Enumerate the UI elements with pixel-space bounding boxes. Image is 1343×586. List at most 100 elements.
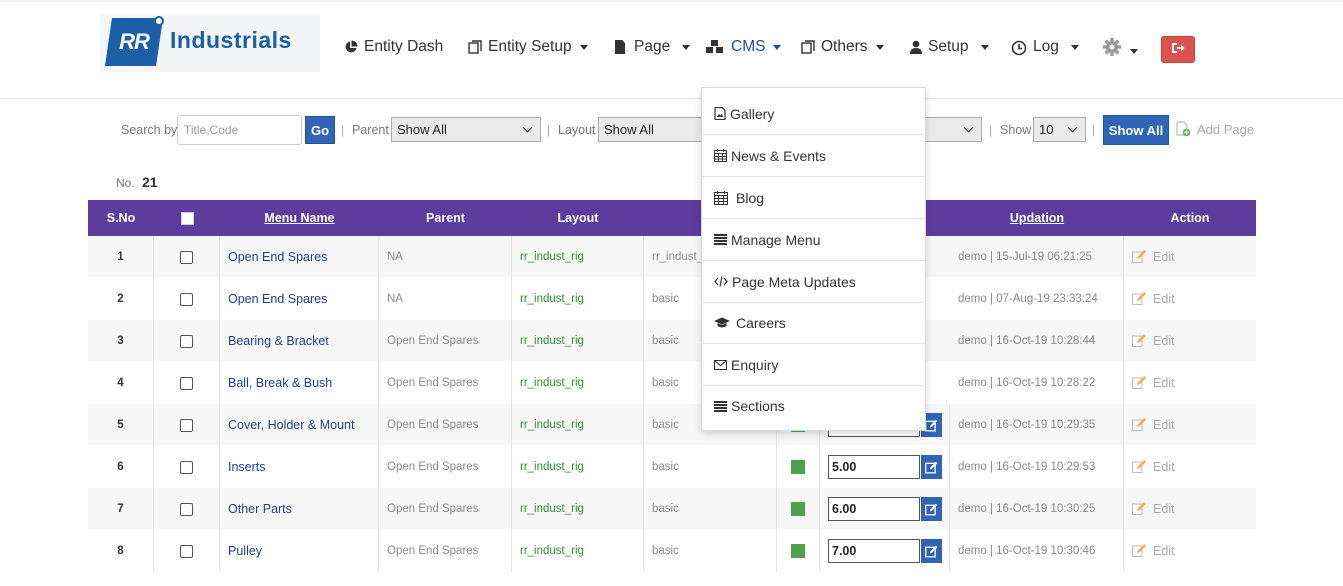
user-icon [910, 40, 922, 54]
row-layout: rr_indust_rig [512, 236, 644, 278]
row-edit-label: Edit [1153, 292, 1175, 306]
nav-log[interactable]: Log [1011, 36, 1079, 58]
nav-entity-dash[interactable]: Entity Dash [344, 36, 443, 58]
row-edit-button[interactable]: Edit [1124, 488, 1256, 530]
row-edit-button[interactable]: Edit [1124, 362, 1256, 404]
row-checkbox[interactable] [180, 418, 193, 432]
envelope-icon [714, 359, 727, 370]
cms-menu-careers-label: Careers [736, 314, 786, 331]
header-layout: Layout [557, 211, 599, 225]
row-menu-name[interactable]: Open End Spares [220, 236, 379, 278]
row-menu-name[interactable]: Bearing & Bracket [220, 320, 379, 362]
row-layout: rr_indust_rig [512, 362, 644, 404]
row-parent: Open End Spares [379, 446, 512, 488]
pencil-icon [1132, 291, 1147, 308]
row-parent: Open End Spares [379, 488, 512, 530]
table-row: 7 Other Parts Open End Spares rr_indust_rig… [88, 488, 1256, 530]
row-checkbox[interactable] [180, 292, 193, 306]
row-edit-button[interactable]: Edit [1124, 236, 1256, 278]
order-update-button[interactable] [921, 497, 942, 521]
row-menu-name[interactable]: Cover, Holder & Mount [220, 404, 379, 446]
row-parent: Open End Spares [379, 530, 512, 572]
row-checkbox[interactable] [180, 460, 193, 474]
row-updation: demo | 16-Oct-19 10:28:22 [950, 362, 1124, 404]
order-update-button[interactable] [921, 455, 942, 479]
row-menu-name[interactable]: Open End Spares [220, 278, 379, 320]
code-icon [714, 276, 728, 287]
cms-menu-gallery[interactable]: Gallery [702, 93, 925, 135]
nav-entity-setup-label: Entity Setup [488, 38, 572, 55]
caret-down-icon [579, 44, 588, 50]
row-edit-button[interactable]: Edit [1124, 446, 1256, 488]
cms-menu-page-meta-updates[interactable]: Page Meta Updates [702, 261, 925, 303]
status-indicator[interactable] [791, 544, 805, 558]
list-icon [714, 234, 727, 245]
add-page-label: Add Page [1197, 121, 1255, 137]
search-input[interactable] [177, 115, 302, 145]
logout-button[interactable] [1161, 36, 1195, 63]
row-edit-button[interactable]: Edit [1124, 530, 1256, 572]
row-updation: demo | 15-Jul-19 06:21:25 [950, 236, 1124, 278]
table-header: S.No Menu Name Parent Layout Ac Updation… [88, 200, 1256, 236]
row-sno: 4 [88, 362, 154, 404]
row-menu-name[interactable]: Pulley [220, 530, 379, 572]
clock-icon [1011, 40, 1027, 56]
row-checkbox[interactable] [180, 376, 193, 390]
nav-setup[interactable]: Setup [910, 36, 989, 58]
cms-menu-manage-menu[interactable]: Manage Menu [702, 219, 925, 261]
row-layout: rr_indust_rig [512, 278, 644, 320]
row-edit-button[interactable]: Edit [1124, 320, 1256, 362]
row-edit-button[interactable]: Edit [1124, 278, 1256, 320]
cms-menu-careers[interactable]: Careers [702, 302, 925, 344]
add-page-button[interactable]: Add Page [1175, 121, 1254, 137]
row-menu-name[interactable]: Other Parts [220, 488, 379, 530]
show-count-select[interactable]: 10 [1033, 117, 1086, 142]
brand-name: Industrials [170, 27, 292, 53]
nav-page[interactable]: Page [614, 36, 691, 58]
layout-filter-value: Show All [604, 122, 654, 137]
cms-menu-sections[interactable]: Sections [702, 385, 925, 427]
cms-menu-blog[interactable]: Blog [702, 177, 925, 219]
row-menu-name[interactable]: Ball, Break & Bush [220, 362, 379, 404]
row-checkbox[interactable] [180, 502, 193, 516]
parent-filter-select[interactable]: Show All [391, 117, 541, 142]
file-icon [614, 40, 628, 54]
go-button[interactable]: Go [305, 116, 335, 144]
row-updation: demo | 16-Oct-19 10:29:53 [950, 446, 1124, 488]
caret-down-icon [1130, 48, 1138, 54]
order-input[interactable] [828, 497, 920, 521]
status-indicator[interactable] [791, 460, 805, 474]
row-edit-button[interactable]: Edit [1124, 404, 1256, 446]
chevron-down-icon [1067, 122, 1078, 133]
gear-icon [1102, 37, 1122, 57]
cms-menu-news-events[interactable]: News & Events [702, 135, 925, 177]
row-menu-name[interactable]: Inserts [220, 446, 379, 488]
row-checkbox[interactable] [180, 334, 193, 348]
order-input[interactable] [828, 539, 920, 563]
cms-menu-enquiry[interactable]: Enquiry [702, 344, 925, 386]
order-input[interactable] [828, 455, 920, 479]
nav-log-label: Log [1033, 38, 1059, 55]
nav-settings[interactable] [1102, 36, 1138, 58]
header-parent: Parent [426, 211, 465, 225]
cubes-icon [705, 40, 725, 54]
caret-down-icon [1070, 44, 1079, 50]
row-access: basic [644, 530, 777, 572]
chevron-down-icon [522, 122, 533, 133]
status-indicator[interactable] [791, 502, 805, 516]
nav-cms[interactable]: CMS [705, 36, 782, 58]
order-update-button[interactable] [921, 539, 942, 563]
calendar-icon [714, 149, 727, 162]
row-status-cell [777, 530, 820, 572]
brand-logo[interactable]: RR Industrials [100, 14, 320, 72]
select-all-checkbox[interactable] [180, 211, 194, 225]
header-updation[interactable]: Updation [950, 200, 1124, 236]
nav-others[interactable]: Others [801, 36, 884, 58]
nav-entity-setup[interactable]: Entity Setup [468, 36, 588, 58]
header-menu-name[interactable]: Menu Name [220, 200, 379, 236]
table-row: 5 Cover, Holder & Mount Open End Spares rr_… [88, 404, 1256, 446]
row-checkbox[interactable] [180, 544, 193, 558]
nav-setup-label: Setup [928, 38, 969, 55]
show-all-button[interactable]: Show All [1103, 115, 1169, 145]
row-checkbox[interactable] [180, 250, 193, 264]
